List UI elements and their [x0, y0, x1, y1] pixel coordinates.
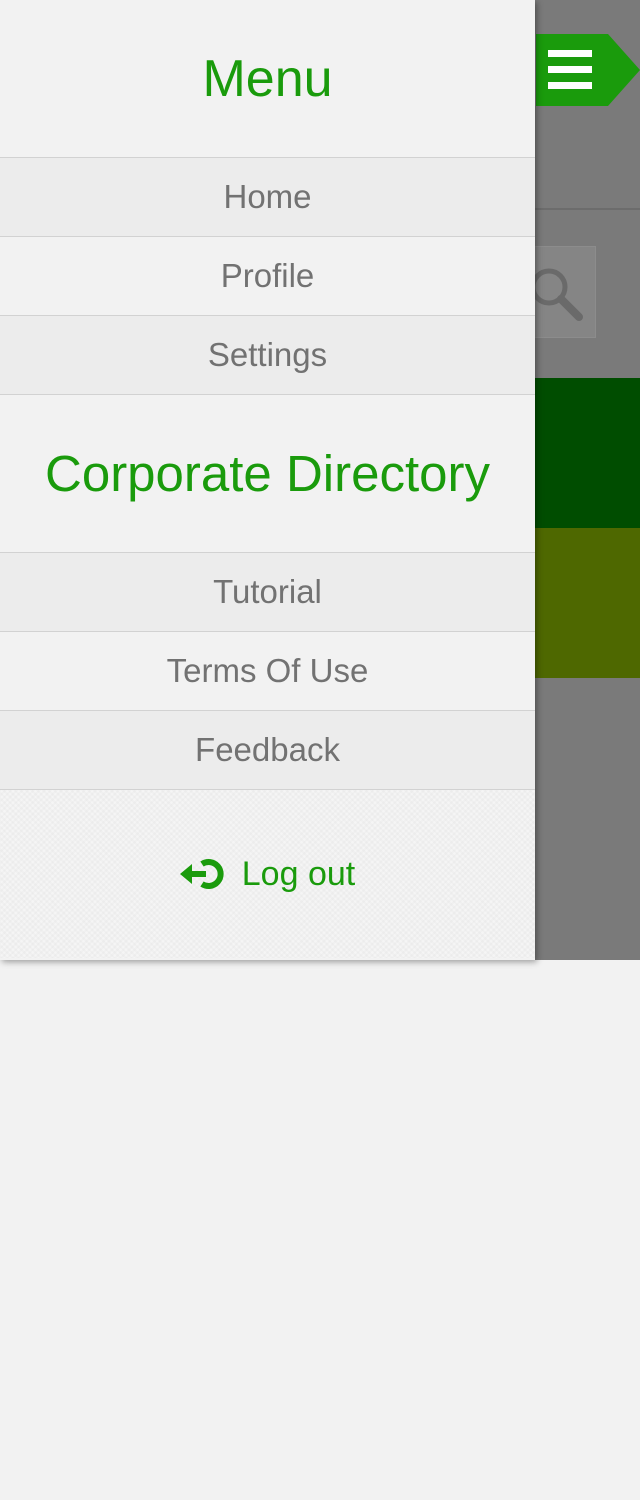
section-heading-corporate-directory: Corporate Directory	[0, 395, 535, 553]
screen: Menu Home Profile Settings Corporate Dir…	[0, 0, 640, 1500]
menu-item-profile[interactable]: Profile	[0, 237, 535, 316]
menu-title: Menu	[0, 0, 535, 158]
menu-item-feedback[interactable]: Feedback	[0, 711, 535, 790]
menu-toggle-button[interactable]	[536, 34, 640, 106]
side-menu-drawer: Menu Home Profile Settings Corporate Dir…	[0, 0, 535, 960]
menu-item-terms-of-use[interactable]: Terms Of Use	[0, 632, 535, 711]
logout-button[interactable]: Log out	[179, 854, 356, 894]
menu-item-settings[interactable]: Settings	[0, 316, 535, 395]
logout-area: Log out	[0, 790, 535, 958]
logout-label: Log out	[241, 854, 356, 893]
menu-item-tutorial[interactable]: Tutorial	[0, 553, 535, 632]
menu-item-home[interactable]: Home	[0, 158, 535, 237]
logout-icon	[179, 856, 226, 892]
